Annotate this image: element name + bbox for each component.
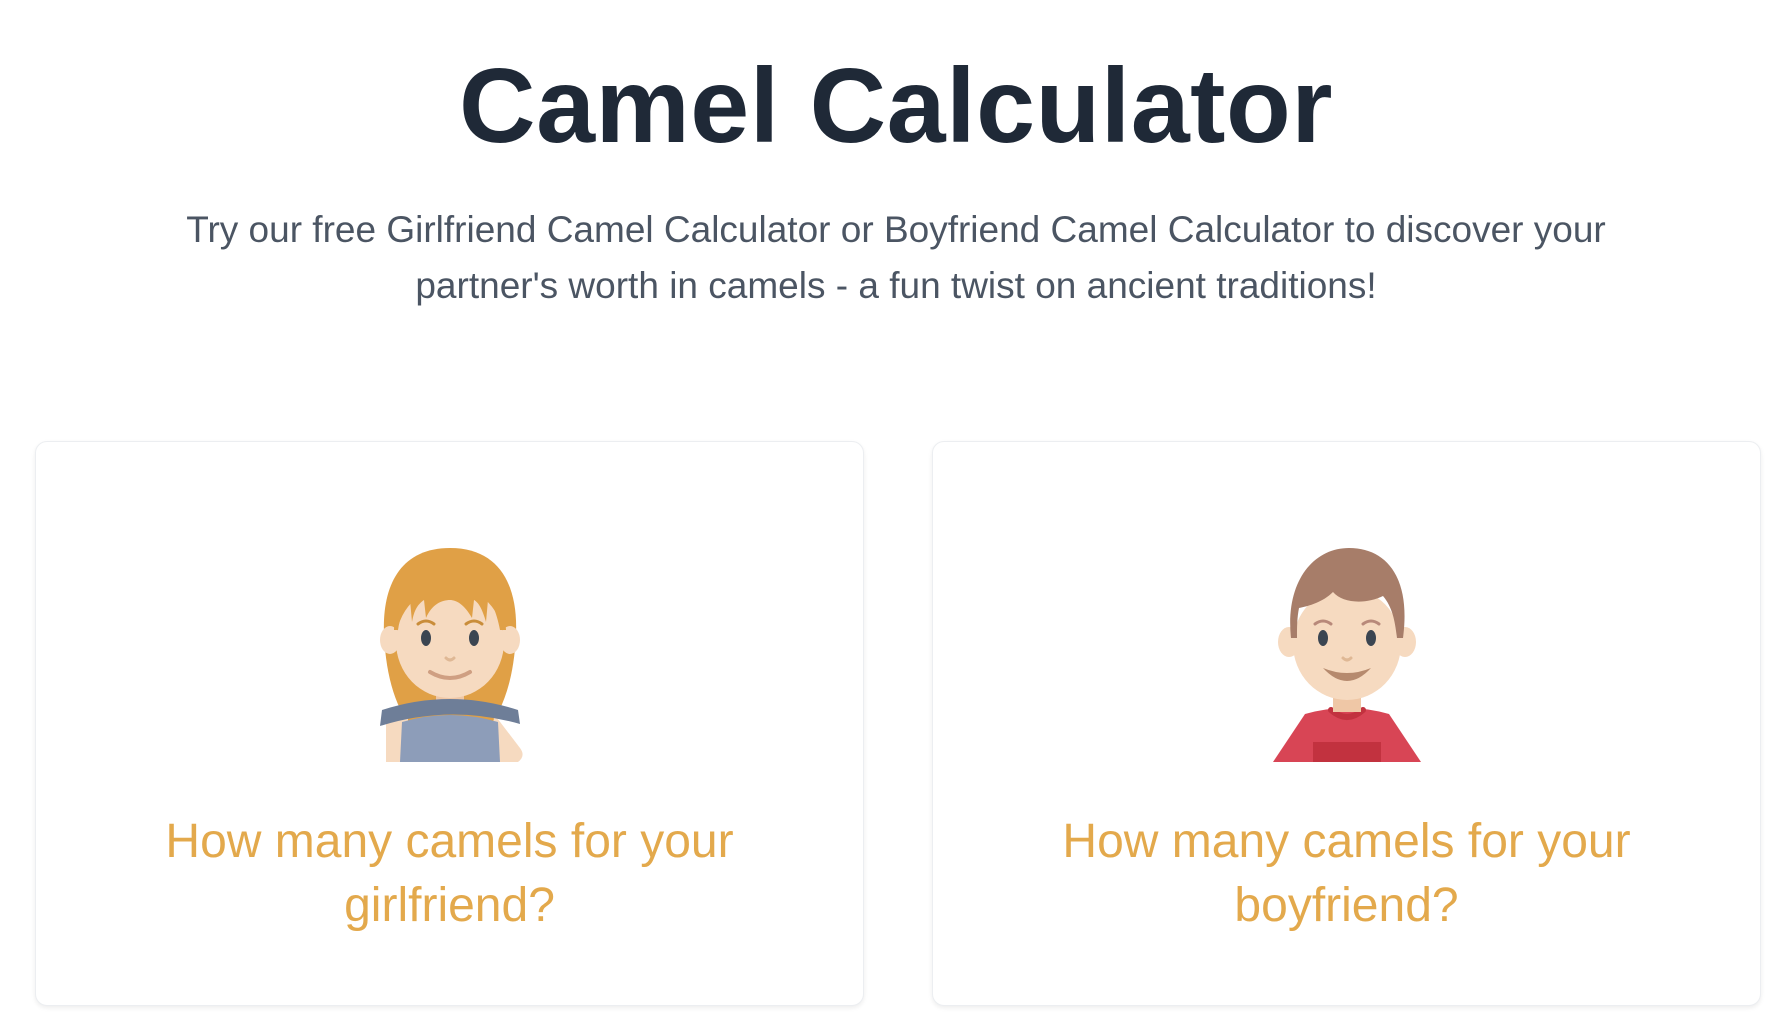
- calculator-card-list: How many camels for your girlfriend? How…: [35, 441, 1761, 1006]
- girlfriend-calculator-link[interactable]: How many camels for your girlfriend?: [76, 810, 823, 938]
- page-subtitle: Try our free Girlfriend Camel Calculator…: [186, 209, 1606, 306]
- boy-avatar-icon: [1273, 548, 1421, 762]
- boyfriend-calculator-card[interactable]: How many camels for your boyfriend?: [932, 441, 1761, 1006]
- girl-avatar-icon: [380, 548, 523, 762]
- girlfriend-calculator-card[interactable]: How many camels for your girlfriend?: [35, 441, 864, 1006]
- boyfriend-calculator-link[interactable]: How many camels for your boyfriend?: [973, 810, 1720, 938]
- page-title: Camel Calculator: [459, 47, 1333, 165]
